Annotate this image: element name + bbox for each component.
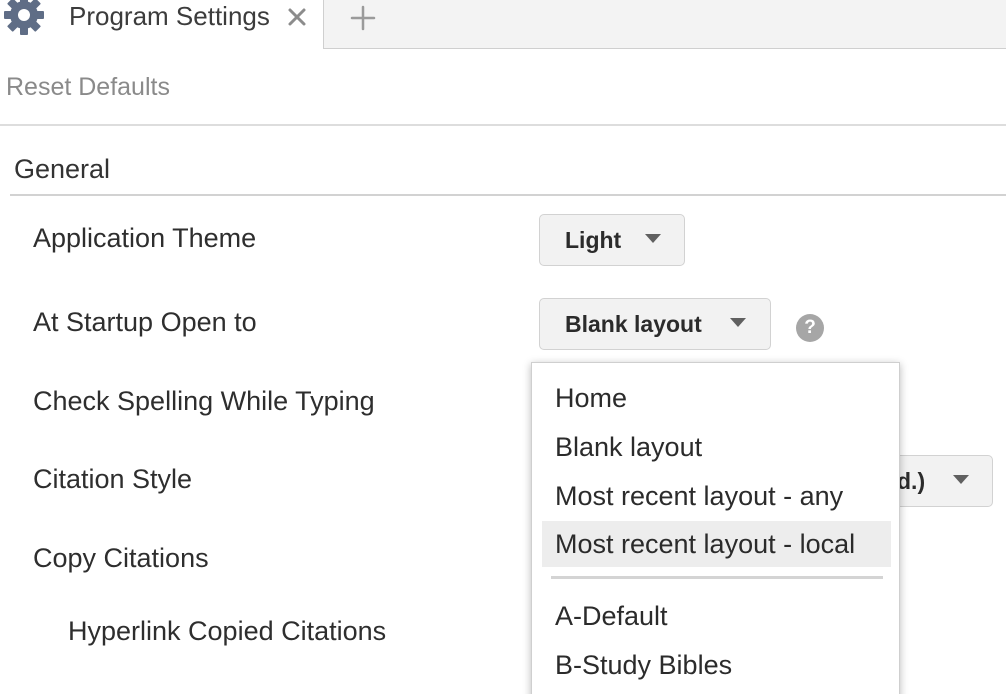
application-theme-label: Application Theme <box>33 223 257 253</box>
startup-open-select[interactable]: Blank layout <box>539 298 771 350</box>
copy-citations-label: Copy Citations <box>33 543 209 573</box>
menu-item-recent-any[interactable]: Most recent layout - any <box>542 473 891 519</box>
startup-open-value: Blank layout <box>565 311 702 337</box>
menu-item-recent-local[interactable]: Most recent layout - local <box>542 521 891 567</box>
menu-item-layout-b-study-bibles[interactable]: B-Study Bibles <box>542 642 891 688</box>
check-spelling-label: Check Spelling While Typing <box>33 386 375 416</box>
close-icon[interactable] <box>283 3 311 31</box>
settings-toolbar: Reset Defaults <box>0 49 1006 126</box>
tab-program-settings[interactable]: Program Settings <box>0 0 323 49</box>
citation-style-value: d.) <box>897 468 926 494</box>
section-heading-general: General <box>14 154 111 184</box>
application-theme-select[interactable]: Light <box>539 214 685 266</box>
menu-separator <box>551 576 883 579</box>
tab-bar: Program Settings <box>0 0 1006 49</box>
hyperlink-citations-label: Hyperlink Copied Citations <box>68 616 387 646</box>
chevron-down-icon <box>645 234 661 243</box>
settings-window: Program Settings Reset Defaults General … <box>0 0 1006 694</box>
reset-defaults-link[interactable]: Reset Defaults <box>6 73 170 102</box>
citation-style-label: Citation Style <box>33 464 193 494</box>
application-theme-value: Light <box>565 227 622 253</box>
menu-item-blank-layout[interactable]: Blank layout <box>542 424 891 470</box>
section-divider <box>10 194 1006 196</box>
startup-dropdown-menu: Home Blank layout Most recent layout - a… <box>531 362 900 694</box>
menu-item-home[interactable]: Home <box>542 375 891 421</box>
gear-icon <box>4 0 44 35</box>
menu-item-layout-a-default[interactable]: A-Default <box>542 593 891 639</box>
help-icon[interactable]: ? <box>796 314 824 342</box>
plus-icon[interactable] <box>348 3 378 33</box>
chevron-down-icon <box>730 318 746 327</box>
startup-open-label: At Startup Open to <box>33 307 257 337</box>
tab-title: Program Settings <box>69 1 270 31</box>
tab-strip <box>323 0 1006 49</box>
chevron-down-icon <box>953 475 969 484</box>
